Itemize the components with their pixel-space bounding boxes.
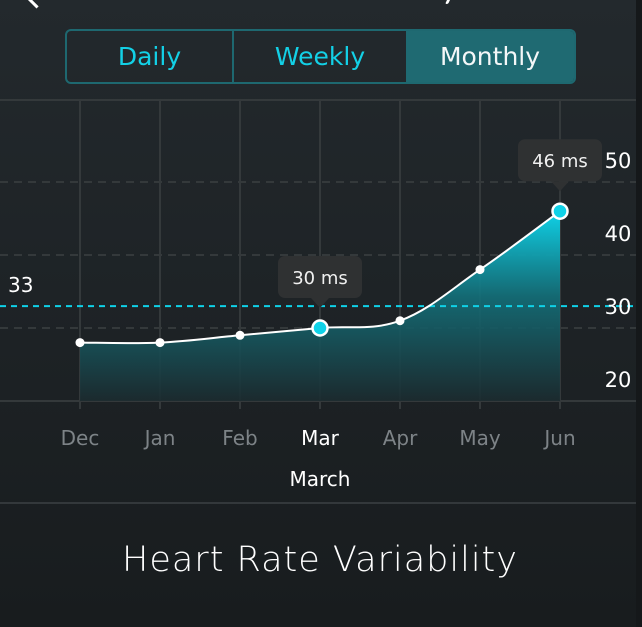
x-tick-mar: Mar	[301, 426, 340, 450]
selected-month-label: March	[289, 467, 351, 491]
x-tick-jun: Jun	[542, 426, 575, 450]
data-point-jan	[155, 338, 165, 348]
x-tick-jan: Jan	[143, 426, 176, 450]
divider	[0, 502, 636, 504]
data-point-apr	[395, 316, 405, 326]
chart-title: Heart Rate Variability	[122, 540, 518, 580]
tooltip-mar: 30 ms	[278, 256, 362, 308]
x-tick-dec: Dec	[61, 426, 100, 450]
x-tick-feb: Feb	[222, 426, 257, 450]
highlight-point-jun	[551, 202, 569, 220]
highlight-point-mar	[311, 319, 329, 337]
x-tick-apr: Apr	[383, 426, 418, 450]
x-tick-may: May	[459, 426, 501, 450]
data-point-dec	[75, 338, 85, 348]
tooltip-jun: 46 ms	[518, 139, 602, 192]
hrv-chart[interactable]: 33 30 ms 46 ms 20 30 40 50 Dec Jan Feb Mar Apr May…	[0, 0, 642, 470]
tooltip-label: 46 ms	[532, 151, 588, 172]
y-tick-50: 50	[605, 149, 632, 173]
data-point-feb	[235, 330, 245, 340]
y-tick-40: 40	[605, 222, 632, 246]
data-point-may	[475, 265, 485, 275]
y-tick-30: 30	[605, 295, 632, 319]
y-tick-20: 20	[605, 368, 632, 392]
reference-line-label: 33	[8, 273, 33, 297]
tooltip-arrow	[551, 181, 569, 192]
tooltip-label: 30 ms	[292, 268, 348, 289]
